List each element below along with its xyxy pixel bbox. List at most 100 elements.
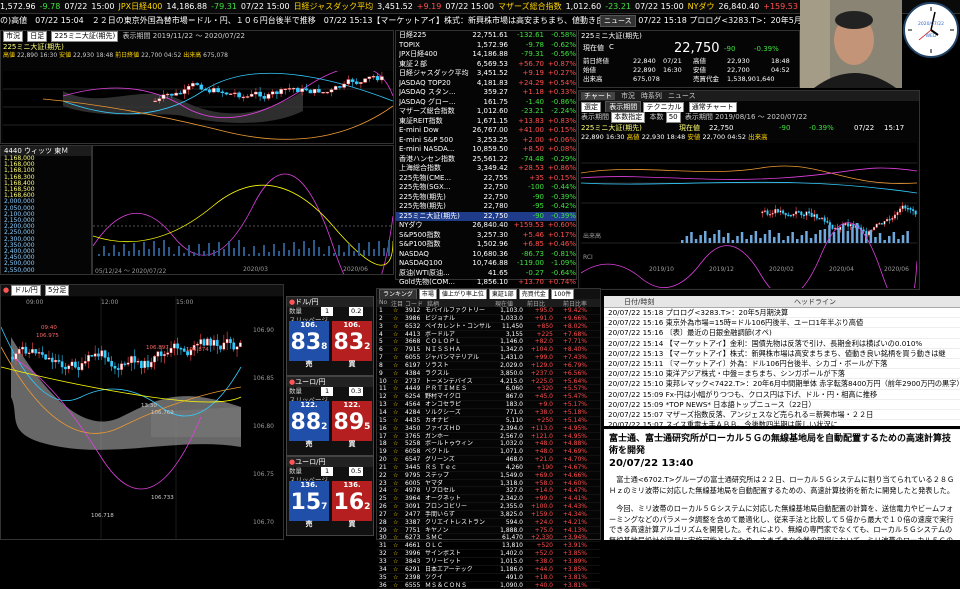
- star-icon[interactable]: ☆: [393, 480, 398, 488]
- ranking-filter[interactable]: ランキング: [379, 289, 417, 299]
- left-candlestick-chart[interactable]: [3, 71, 393, 143]
- right-chart-panel[interactable]: チャート 市況 時系列 ニュース 選定 表示期間 テクニカル 通常チャート 表示期間 …: [578, 90, 920, 290]
- fx-qty-input[interactable]: 1: [321, 307, 334, 316]
- ranking-row[interactable]: 21 ☆ 3445 ＲＳ Ｔｅｃ 4,260 +190 +4.67%: [377, 464, 600, 472]
- news-item[interactable]: 20/07/22 15:09 *TOP NEWS* 日本語トップニュース（22日…: [604, 400, 960, 410]
- star-icon[interactable]: ☆: [393, 401, 398, 409]
- star-icon[interactable]: ☆: [393, 440, 398, 448]
- fx-rate-box[interactable]: ●ユーロ/円 数量 1 0.5 スリッページ 136. 157 売 136. 162 買: [286, 456, 374, 536]
- ranking-row[interactable]: 4 ☆ 4413 ボードルア 3,155 +225 +7.68%: [377, 331, 600, 339]
- ranking-row[interactable]: 13 ☆ 4564 オンコセラピ 183.0 +9.0 +5.17%: [377, 401, 600, 409]
- chart-tab[interactable]: チャート: [581, 92, 615, 100]
- ranking-row[interactable]: 31 ☆ 4661 ＯＬＣ 13,810 +520 +3.91%: [377, 542, 600, 551]
- ranking-row[interactable]: 35 ☆ 2398 ツクイ 491.0 +18.0 +3.81%: [377, 574, 600, 582]
- ranking-row[interactable]: 34 ☆ 6291 日本エアーテック 1,186.0 +44.0 +3.85%: [377, 566, 600, 574]
- ranking-row[interactable]: 33 ☆ 3843 フリービット 1,015.0 +38.0 +3.89%: [377, 558, 600, 566]
- ranking-row[interactable]: 23 ☆ 6005 ヤマダ 1,318.0 +58.0 +4.60%: [377, 480, 600, 488]
- index-row[interactable]: S&P500指数 3,257.30 +5.46 +0.17%: [396, 231, 576, 241]
- left-chart-panel[interactable]: 市況 日足 225ミニ大証(期先) 表示期間 2019/11/22 ～ 2020…: [0, 30, 394, 144]
- ranking-row[interactable]: 1 ☆ 3912 モバイルファクトリー 1,103.0 +95.0 +9.42%: [377, 307, 600, 315]
- news-item[interactable]: 20/07/22 15:07 スイス重電大手ＡＢＢ、今後数四半期は厳しい状況に: [604, 420, 960, 431]
- index-row[interactable]: 225ミニ大証(期先) 22,750 -90 -0.39%: [396, 211, 576, 221]
- index-row[interactable]: NYダウ 26,840.40 +159.53 +0.60%: [396, 221, 576, 231]
- order-book-row[interactable]: 2,550,000: [1, 267, 91, 274]
- star-icon[interactable]: ☆: [393, 534, 398, 542]
- chart-tab[interactable]: ニュース: [668, 92, 696, 100]
- select-dropdown[interactable]: 選定: [581, 102, 601, 112]
- fx-qty-input[interactable]: 1: [321, 467, 334, 476]
- star-icon[interactable]: ☆: [393, 582, 398, 589]
- news-col-datetime[interactable]: 日付/時刻: [624, 296, 654, 308]
- ranking-row[interactable]: 22 ☆ 9795 ステップ 1,549.0 +69.0 +4.66%: [377, 472, 600, 480]
- news-item[interactable]: 20/07/22 15:18 プロログ<3283.T>：20年5月期決算: [604, 308, 960, 319]
- index-row[interactable]: 225先物(CME... 22,755 +35 +0.15%: [396, 174, 576, 184]
- fx-sell-button[interactable]: 136. 157 売: [289, 481, 329, 528]
- index-row[interactable]: E-mini S&P 500 3,253.25 +2.00 +0.06%: [396, 136, 576, 146]
- star-icon[interactable]: ☆: [393, 487, 398, 495]
- star-icon[interactable]: ☆: [393, 542, 398, 550]
- ranking-row[interactable]: 15 ☆ 4435 カオナビ 5,110 +250 +5.14%: [377, 417, 600, 425]
- star-icon[interactable]: ☆: [393, 519, 398, 527]
- fx-buy-button[interactable]: 122. 895 買: [332, 401, 372, 448]
- star-icon[interactable]: ☆: [393, 464, 398, 472]
- star-icon[interactable]: ☆: [393, 574, 398, 582]
- fx-rate-box[interactable]: ●ユーロ/円 数量 1 0.3 スリッページ 122. 882 売 122. 895 買: [286, 376, 374, 456]
- index-row[interactable]: 東証REIT指数 1,671.15 +13.83 +0.83%: [396, 117, 576, 127]
- ranking-row[interactable]: 14 ☆ 4284 ソルクシーズ 771.0 +38.0 +5.18%: [377, 409, 600, 417]
- star-icon[interactable]: ☆: [393, 307, 398, 315]
- news-item[interactable]: 20/07/22 15:16 東京外為市場=15時=ドル106円後半、ユーロ1年…: [604, 318, 960, 329]
- fx-qty-input[interactable]: 1: [321, 387, 334, 396]
- news-item[interactable]: 20/07/22 15:07 マザーズ指数反落、アンジェスなど売られる＝新興市場…: [604, 410, 960, 421]
- news-item[interactable]: 20/07/22 15:09 Fx-円は小幅がりつつも、クロス円は下げ、ドル・円…: [604, 390, 960, 400]
- news-item[interactable]: 20/07/22 15:13 【マーケットアイ】株式：新興株市場は高安まちまち、…: [604, 349, 960, 359]
- index-row[interactable]: 香港ハンセン指数 25,561.22 -74.48 -0.29%: [396, 155, 576, 165]
- ranking-row[interactable]: 3 ☆ 6532 ベイカレント・コンサル 11,450 +850 +8.02%: [377, 323, 600, 331]
- ranking-filter[interactable]: 売買代金: [518, 289, 549, 299]
- market-select[interactable]: 市況: [3, 31, 23, 42]
- ranking-col-header[interactable]: No: [379, 299, 387, 306]
- index-row[interactable]: 225先物(期先) 22,750 -90 -0.39%: [396, 193, 576, 203]
- star-icon[interactable]: ☆: [393, 456, 398, 464]
- ranking-row[interactable]: 20 ☆ 6547 グリーンズ 468.0 +21.0 +4.70%: [377, 456, 600, 464]
- count-input[interactable]: 50: [665, 112, 681, 123]
- index-row[interactable]: 東証２部 6,569.53 +56.70 +0.87%: [396, 60, 576, 70]
- fx-buy-button[interactable]: 106. 832 買: [332, 321, 372, 368]
- indicator-chart[interactable]: 05/12/24 ～ 2020/07/22 2020/03 2020/06: [92, 145, 395, 300]
- display-period-button[interactable]: 表示期間: [605, 101, 642, 112]
- ranking-row[interactable]: 25 ☆ 3964 オークネット 2,342.0 +99.0 +4.41%: [377, 495, 600, 504]
- index-row[interactable]: E-mini Dow 26,767.00 +41.00 +0.15%: [396, 126, 576, 136]
- index-row[interactable]: E-mini NASDA... 10,859.50 +8.50 +0.08%: [396, 145, 576, 155]
- index-row[interactable]: JASDAQ スタン... 359.27 +1.18 +0.33%: [396, 88, 576, 98]
- order-book-panel[interactable]: 4440 ウィッツ 東Ｍ 1,168,000 1,168,000 1,168,100…: [0, 145, 92, 275]
- latest-news-text[interactable]: 07/22 15:18 プロログ<3283.T>：20年5月期決算: [638, 16, 800, 25]
- ranking-row[interactable]: 2 ☆ 3986 ビジョナル 1,033.0 +91.0 +9.66%: [377, 315, 600, 323]
- index-row[interactable]: S&P100指数 1,502.96 +6.85 +0.46%: [396, 240, 576, 250]
- index-list-panel[interactable]: 日経225 22,751.61 -132.61 -0.58% TOPIX 1,572.96…: [395, 30, 577, 286]
- star-icon[interactable]: ☆: [393, 354, 398, 362]
- star-icon[interactable]: ☆: [393, 550, 398, 558]
- ranking-row[interactable]: 12 ☆ 6254 野村マイクロ 867.0 +45.0 +5.47%: [377, 393, 600, 402]
- star-icon[interactable]: ☆: [393, 495, 398, 503]
- index-row[interactable]: マザーズ総合指数 1,012.60 -23.21 -2.24%: [396, 107, 576, 117]
- ranking-row[interactable]: 10 ☆ 2737 トーメンデバイス 4,215.0 +225.0 +5.64%: [377, 378, 600, 386]
- ranking-panel[interactable]: ランキング 市場 値上がり率上位 東証1部 売買代金 100件 No 注目 コード 銘柄 現在値前…: [376, 288, 601, 589]
- star-icon[interactable]: ☆: [393, 503, 398, 511]
- star-icon[interactable]: ☆: [393, 527, 398, 535]
- fx-sell-button[interactable]: 122. 882 売: [289, 401, 329, 448]
- index-row[interactable]: 日経225 22,751.61 -132.61 -0.58%: [396, 31, 576, 41]
- index-row[interactable]: 原油(WTI原油... 41.65 -0.27 -0.64%: [396, 269, 576, 279]
- ranking-filter[interactable]: 東証1部: [488, 289, 517, 299]
- news-item[interactable]: 20/07/22 15:16 〔表〕最近の日銀金融調節(オペ): [604, 328, 960, 339]
- index-row[interactable]: NASDAQ 10,680.36 -86.73 -0.81%: [396, 250, 576, 260]
- ranking-row[interactable]: 6 ☆ 7915 ＮＩＳＳＨＡ 1,342.0 +104.0 +8.40%: [377, 346, 600, 355]
- news-item[interactable]: 20/07/22 15:14 【マーケットアイ】金利：国債先物は反落で引け、長期…: [604, 339, 960, 349]
- fx-chart-panel[interactable]: ● ドル/円 5分足 106.90 106.85 106.80 106.75 106.7…: [0, 284, 284, 540]
- technical-select[interactable]: テクニカル: [643, 102, 685, 112]
- fx-timeframe-select[interactable]: 5分足: [44, 285, 70, 296]
- star-icon[interactable]: ☆: [393, 370, 398, 378]
- news-item[interactable]: 20/07/22 15:10 東洋アジア株式・中盤＝まちまち、シンガポールが下落: [604, 369, 960, 380]
- star-icon[interactable]: ☆: [393, 385, 398, 393]
- news-item[interactable]: 20/07/22 15:11 〔マーケットアイ〕外為：ドル106円台後半、シカゴ…: [604, 359, 960, 370]
- ranking-row[interactable]: 7 ☆ 6055 ジャパンマテリアル 1,431.0 +99.0 +7.43%: [377, 354, 600, 362]
- index-row[interactable]: 225先物(SGX... 22,750 -100 -0.44%: [396, 183, 576, 193]
